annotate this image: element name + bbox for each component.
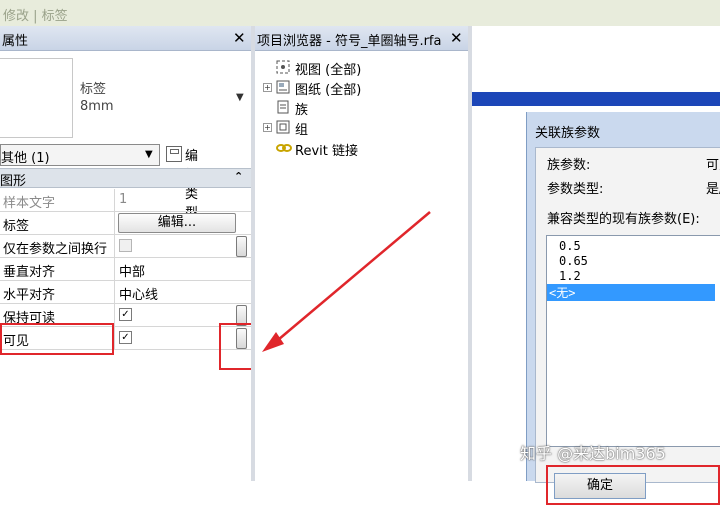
watermark: 知乎 @来达bim365 (520, 444, 666, 463)
annotation-arrow (262, 211, 431, 352)
